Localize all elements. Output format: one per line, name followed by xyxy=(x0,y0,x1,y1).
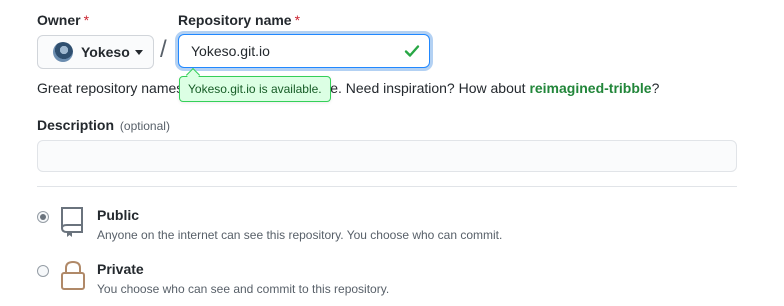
hint-suffix: ? xyxy=(651,80,660,96)
owner-label-text: Owner xyxy=(37,12,81,28)
hint-prefix: Great repository names xyxy=(37,80,184,96)
lock-icon xyxy=(61,260,85,290)
owner-select-button[interactable]: Yokeso xyxy=(37,35,154,69)
owner-label: Owner * xyxy=(37,12,89,28)
owner-selected-value: Yokeso xyxy=(81,44,130,60)
repo-name-label-text: Repository name xyxy=(178,12,292,28)
repo-name-label: Repository name * xyxy=(178,12,300,28)
avatar xyxy=(53,42,73,62)
name-hint: Great repository names ble. Need inspirat… xyxy=(37,80,659,96)
hint-tail: ble. Need inspiration? How about xyxy=(319,80,526,96)
private-radio[interactable] xyxy=(37,265,49,277)
required-mark: * xyxy=(294,12,301,28)
private-desc: You choose who can see and commit to thi… xyxy=(97,282,390,296)
caret-down-icon xyxy=(134,49,143,55)
owner-repo-separator: / xyxy=(160,36,167,63)
availability-tooltip: Yokeso.git.io is available. xyxy=(179,76,331,102)
suggested-name-link[interactable]: reimagined-tribble xyxy=(529,80,651,96)
description-input[interactable] xyxy=(37,140,737,172)
required-mark: * xyxy=(83,12,90,28)
public-radio[interactable] xyxy=(37,211,49,223)
description-label: Description (optional) xyxy=(37,117,170,133)
repo-icon xyxy=(61,207,83,237)
public-title: Public xyxy=(97,207,140,223)
optional-tag: (optional) xyxy=(119,119,170,133)
private-title: Private xyxy=(97,261,144,277)
description-label-text: Description xyxy=(37,117,115,133)
repo-name-input[interactable] xyxy=(178,34,430,68)
check-icon xyxy=(404,45,420,57)
public-desc: Anyone on the internet can see this repo… xyxy=(97,228,503,242)
divider xyxy=(37,186,737,187)
